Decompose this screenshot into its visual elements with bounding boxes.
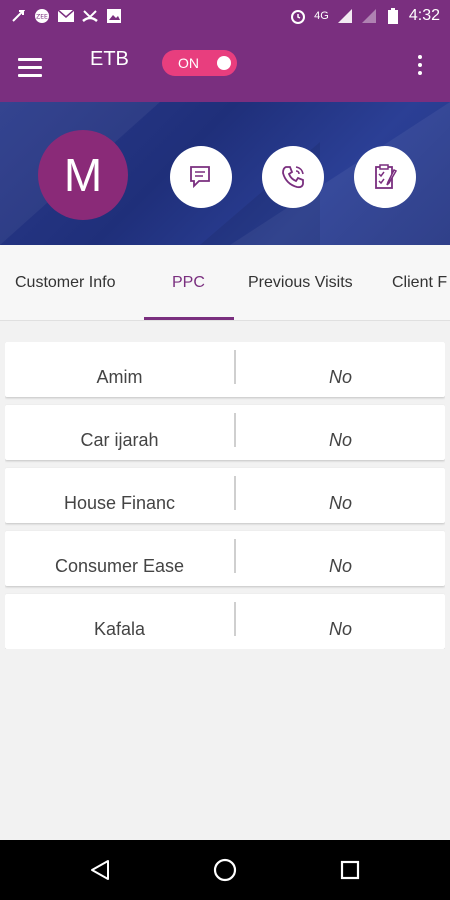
tab-previous-visits[interactable]: Previous Visits	[248, 245, 353, 320]
call-button[interactable]	[262, 146, 324, 208]
list-item[interactable]: Car ijarah No	[5, 405, 445, 460]
alarm-icon	[290, 8, 306, 24]
tab-bar: Customer Info PPC Previous Visits Client…	[0, 245, 450, 321]
list-item[interactable]: Amim No	[5, 342, 445, 397]
app-bar: ETB ON	[0, 32, 450, 102]
missed-call-icon	[82, 8, 98, 24]
product-name: Amim	[96, 367, 143, 387]
chat-button[interactable]	[170, 146, 232, 208]
task-button[interactable]	[354, 146, 416, 208]
product-name: Car ijarah	[80, 430, 159, 450]
hamburger-icon[interactable]	[0, 32, 60, 102]
product-value: No	[328, 619, 352, 639]
product-name: Consumer Ease	[54, 556, 185, 576]
signal-icon	[361, 8, 377, 24]
recents-icon[interactable]	[335, 855, 365, 885]
home-icon[interactable]	[210, 855, 240, 885]
product-name: House Financ	[63, 493, 176, 513]
active-tab-indicator	[144, 317, 234, 320]
phone-icon	[282, 166, 304, 189]
list-item[interactable]: Consumer Ease No	[5, 531, 445, 586]
product-value: No	[328, 556, 352, 576]
tab-customer-info[interactable]: Customer Info	[15, 245, 115, 320]
product-name: Kafala	[93, 619, 146, 639]
app-title: ETB	[90, 48, 129, 70]
chat-icon	[190, 166, 210, 189]
mail-icon	[58, 8, 74, 24]
profile-banner: M	[0, 102, 450, 245]
clipboard-icon	[375, 164, 398, 189]
signal-icon	[337, 8, 353, 24]
product-value: No	[328, 367, 352, 387]
svg-text:ZEE: ZEE	[36, 14, 48, 21]
status-time: 4:32	[408, 7, 440, 24]
product-list: Amim No Car ijarah No House Financ No Co…	[5, 342, 445, 649]
avatar[interactable]: M	[38, 130, 128, 220]
tab-client-f[interactable]: Client F	[392, 245, 447, 320]
tab-ppc[interactable]: PPC	[172, 245, 205, 320]
image-icon	[106, 8, 122, 24]
toggle-knob	[217, 56, 231, 70]
network-type: 4G	[314, 10, 329, 22]
status-right-icons: 4G 4:32	[290, 7, 440, 25]
toggle-label: ON	[178, 55, 199, 71]
list-item[interactable]: Kafala No	[5, 594, 445, 649]
navigation-icon	[10, 8, 26, 24]
product-value: No	[328, 430, 352, 450]
status-bar: ZEE 4G 4:32	[0, 0, 450, 32]
back-icon[interactable]	[85, 855, 115, 885]
etb-toggle[interactable]: ON	[162, 50, 237, 76]
more-vert-icon[interactable]	[405, 50, 435, 80]
system-nav-bar	[0, 840, 450, 900]
product-value: No	[328, 493, 352, 513]
battery-icon	[385, 8, 401, 24]
list-item[interactable]: House Financ No	[5, 468, 445, 523]
status-left-icons: ZEE	[10, 8, 122, 24]
zee-app-icon: ZEE	[34, 8, 50, 24]
